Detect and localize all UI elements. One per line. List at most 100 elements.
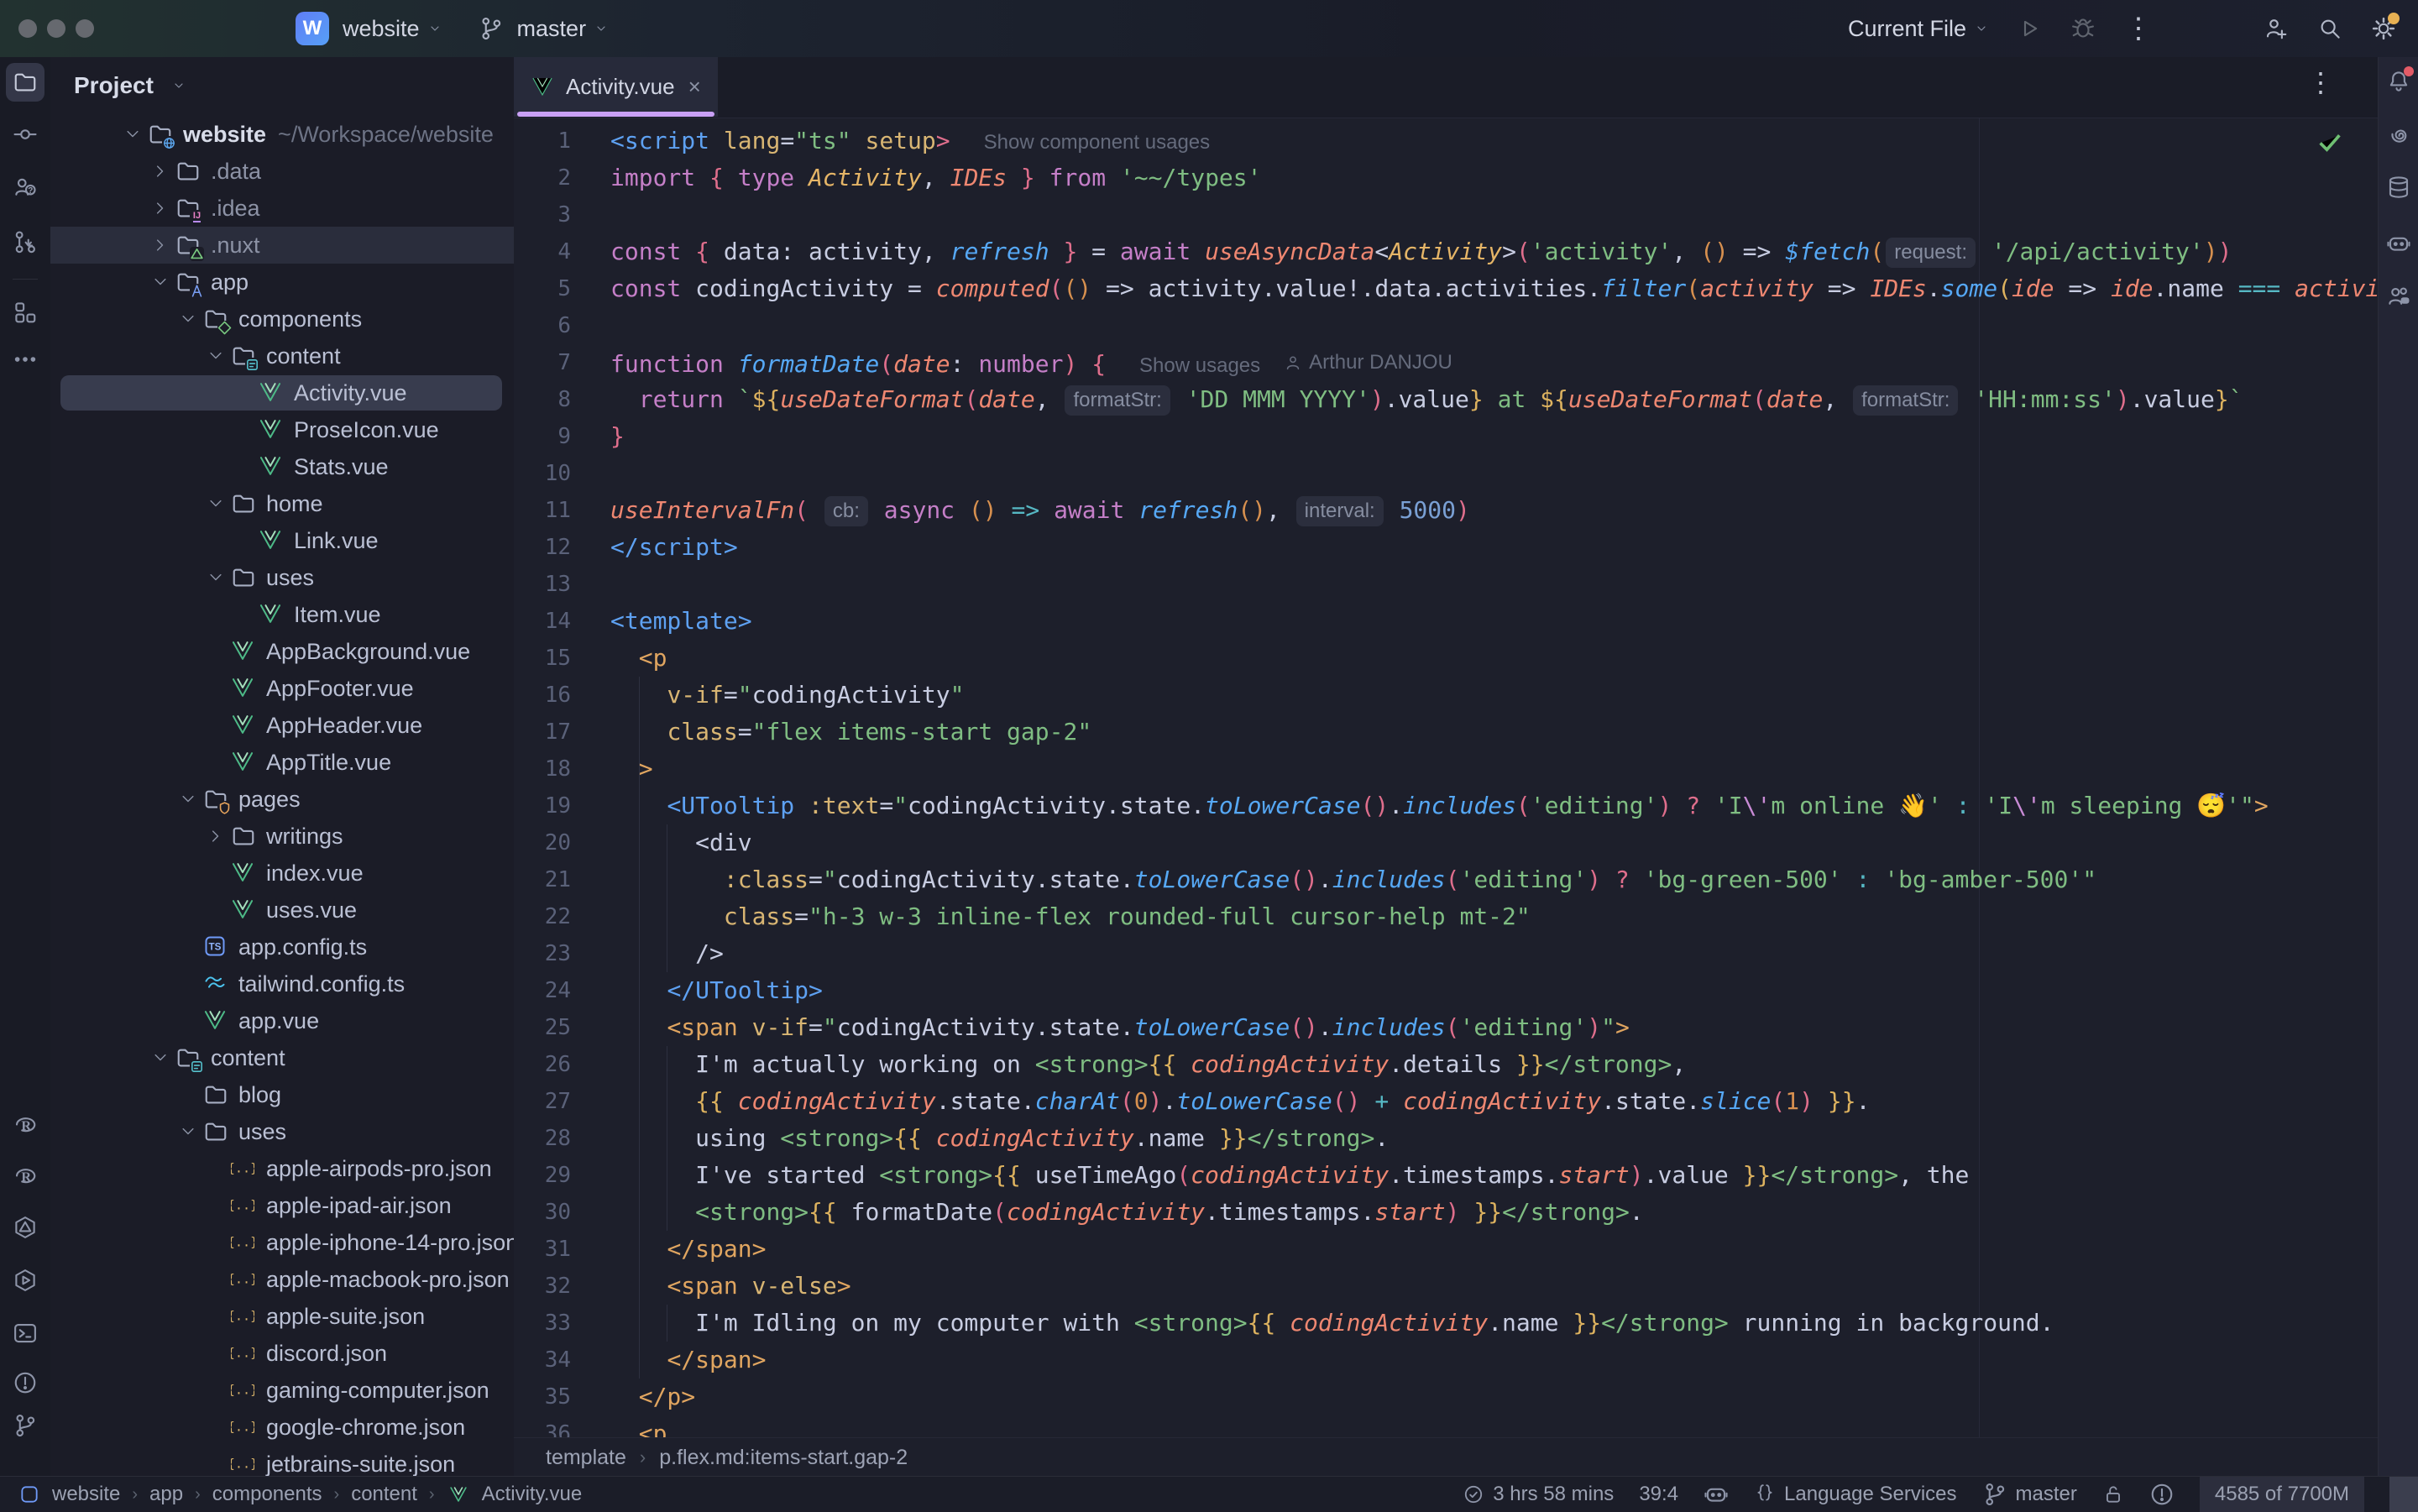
code-viewport[interactable]: 1<script lang="ts" setup>Show component … bbox=[514, 118, 2418, 1437]
tree-row-apptitle-vue[interactable]: AppTitle.vue bbox=[50, 744, 514, 781]
language-services[interactable]: Language Services bbox=[1754, 1483, 1956, 1506]
tab-activity-vue[interactable]: Activity.vue × bbox=[514, 57, 718, 117]
problems-tool[interactable] bbox=[13, 1370, 38, 1395]
breadcrumb-item[interactable]: template bbox=[546, 1446, 626, 1470]
code-line-28[interactable]: 28 using <strong>{{ codingActivity.name … bbox=[514, 1120, 2418, 1157]
code-line-11[interactable]: 11useIntervalFn( cb: async () => await r… bbox=[514, 492, 2418, 529]
tree-row-appbackground-vue[interactable]: AppBackground.vue bbox=[50, 633, 514, 670]
chevron-right-icon[interactable] bbox=[207, 828, 224, 845]
commit-tool[interactable] bbox=[13, 122, 38, 147]
memory-indicator[interactable]: 4585 of 7700M bbox=[2200, 1477, 2364, 1512]
tree-row-components[interactable]: components bbox=[50, 301, 514, 337]
git-tool[interactable] bbox=[13, 1413, 38, 1438]
chevron-down-icon[interactable] bbox=[207, 495, 224, 512]
breadcrumb-item[interactable]: p.flex.md:items-start.gap-2 bbox=[659, 1446, 908, 1470]
tree-row-content[interactable]: content bbox=[50, 1039, 514, 1076]
chevron-down-icon[interactable] bbox=[152, 1049, 169, 1066]
chevron-right-icon[interactable] bbox=[152, 163, 169, 180]
tree-row-home[interactable]: home bbox=[50, 485, 514, 522]
code-line-22[interactable]: 22 class="h-3 w-3 inline-flex rounded-fu… bbox=[514, 898, 2418, 935]
tree-row-stats-vue[interactable]: Stats.vue bbox=[50, 448, 514, 485]
code-line-3[interactable]: 3 bbox=[514, 196, 2418, 233]
tree-row-app-vue[interactable]: app.vue bbox=[50, 1002, 514, 1039]
chevron-right-icon[interactable] bbox=[152, 200, 169, 217]
chevron-right-icon[interactable] bbox=[152, 237, 169, 254]
tree-row-content[interactable]: content bbox=[50, 337, 514, 374]
file-lock[interactable] bbox=[2102, 1483, 2124, 1505]
tree-row-apple-airpods-pro-json[interactable]: {..}apple-airpods-pro.json bbox=[50, 1150, 514, 1187]
tree-row-app[interactable]: app bbox=[50, 264, 514, 301]
chevron-down-icon[interactable] bbox=[207, 348, 224, 364]
chevron-down-icon[interactable] bbox=[207, 569, 224, 586]
code-line-16[interactable]: 16 v-if="codingActivity" bbox=[514, 677, 2418, 714]
code-line-35[interactable]: 35 </p> bbox=[514, 1379, 2418, 1415]
tree-row-website[interactable]: website~/Workspace/website bbox=[50, 116, 514, 153]
code-with-me-button[interactable] bbox=[2264, 16, 2289, 41]
project-panel-header[interactable]: Project bbox=[74, 72, 186, 99]
tree-row-apple-ipad-air-json[interactable]: {..}apple-ipad-air.json bbox=[50, 1187, 514, 1224]
code-line-21[interactable]: 21 :class="codingActivity.state.toLowerC… bbox=[514, 861, 2418, 898]
structure-tool[interactable] bbox=[13, 300, 38, 325]
git-branch[interactable]: master bbox=[1982, 1482, 2077, 1507]
code-line-19[interactable]: 19 <UTooltip :text="codingActivity.state… bbox=[514, 787, 2418, 824]
tree-row-appheader-vue[interactable]: AppHeader.vue bbox=[50, 707, 514, 744]
r-packages-tool[interactable]: R bbox=[13, 1161, 38, 1186]
code-line-12[interactable]: 12</script> bbox=[514, 529, 2418, 566]
copilot-chat-tool[interactable] bbox=[2386, 284, 2411, 309]
code-line-23[interactable]: 23 /> bbox=[514, 935, 2418, 972]
tree-row-apple-macbook-pro-json[interactable]: {..}apple-macbook-pro.json bbox=[50, 1261, 514, 1298]
project-widget[interactable]: website bbox=[329, 16, 442, 42]
status-breadcrumb-item[interactable]: website bbox=[52, 1483, 120, 1506]
code-vision-hint[interactable]: Show component usages bbox=[984, 131, 1211, 154]
code-line-9[interactable]: 9} bbox=[514, 418, 2418, 455]
code-line-24[interactable]: 24 </UTooltip> bbox=[514, 972, 2418, 1009]
tree-row-gaming-computer-json[interactable]: {..}gaming-computer.json bbox=[50, 1372, 514, 1409]
pull-requests-tool[interactable] bbox=[13, 229, 38, 254]
code-line-27[interactable]: 27 {{ codingActivity.state.charAt(0).toL… bbox=[514, 1083, 2418, 1120]
debug-button[interactable] bbox=[2070, 16, 2096, 41]
tree-row-pages[interactable]: pages bbox=[50, 781, 514, 818]
search-everywhere-button[interactable] bbox=[2317, 16, 2342, 41]
tree-row-discord-json[interactable]: {..}discord.json bbox=[50, 1335, 514, 1372]
tree-row--data[interactable]: .data bbox=[50, 153, 514, 190]
terminal-tool[interactable] bbox=[13, 1321, 38, 1346]
tree-row-link-vue[interactable]: Link.vue bbox=[50, 522, 514, 559]
code-line-26[interactable]: 26 I'm actually working on <strong>{{ co… bbox=[514, 1046, 2418, 1083]
copilot-tool[interactable] bbox=[2386, 231, 2411, 256]
status-breadcrumb-item[interactable]: app bbox=[149, 1483, 183, 1506]
code-line-15[interactable]: 15 <p bbox=[514, 640, 2418, 677]
window-close-button[interactable] bbox=[18, 19, 37, 38]
code-line-18[interactable]: 18 > bbox=[514, 751, 2418, 787]
code-line-17[interactable]: 17 class="flex items-start gap-2" bbox=[514, 714, 2418, 751]
code-line-7[interactable]: 7function formatDate(date: number) {Show… bbox=[514, 344, 2418, 381]
notifications-tool[interactable] bbox=[2386, 69, 2411, 94]
settings-button[interactable] bbox=[2371, 16, 2396, 41]
code-line-36[interactable]: 36 <p bbox=[514, 1415, 2418, 1437]
code-line-20[interactable]: 20 <div bbox=[514, 824, 2418, 861]
tree-row-writings[interactable]: writings bbox=[50, 818, 514, 855]
editor-options-button[interactable]: ⋮ bbox=[2307, 69, 2334, 96]
tree-row-apple-iphone-14-pro-json[interactable]: {..}apple-iphone-14-pro.json bbox=[50, 1224, 514, 1261]
code-vision-hint[interactable]: Show usages bbox=[1139, 354, 1260, 377]
window-zoom-button[interactable] bbox=[76, 19, 94, 38]
chevron-down-icon[interactable] bbox=[152, 274, 169, 290]
code-line-34[interactable]: 34 </span> bbox=[514, 1342, 2418, 1379]
graphql-tool[interactable] bbox=[13, 1215, 38, 1240]
tree-row-blog[interactable]: blog bbox=[50, 1076, 514, 1113]
code-with-me-tool[interactable]: ? bbox=[13, 175, 38, 200]
code-line-5[interactable]: 5const codingActivity = computed(() => a… bbox=[514, 270, 2418, 307]
code-line-33[interactable]: 33 I'm Idling on my computer with <stron… bbox=[514, 1305, 2418, 1342]
status-breadcrumbs[interactable]: website›app›components›content›Activity.… bbox=[18, 1483, 582, 1506]
code-line-10[interactable]: 10 bbox=[514, 455, 2418, 492]
tree-row-appfooter-vue[interactable]: AppFooter.vue bbox=[50, 670, 514, 707]
project-tool[interactable] bbox=[13, 70, 38, 95]
status-breadcrumb-file[interactable]: Activity.vue bbox=[482, 1483, 583, 1506]
code-line-13[interactable]: 13 bbox=[514, 566, 2418, 603]
chevron-down-icon[interactable] bbox=[180, 1123, 196, 1140]
code-line-4[interactable]: 4const { data: activity, refresh } = awa… bbox=[514, 233, 2418, 270]
status-breadcrumb-item[interactable]: components bbox=[212, 1483, 322, 1506]
tree-row-index-vue[interactable]: index.vue bbox=[50, 855, 514, 892]
tree-row-tailwind-config-ts[interactable]: tailwind.config.ts bbox=[50, 965, 514, 1002]
tree-row-uses-vue[interactable]: uses.vue bbox=[50, 892, 514, 929]
run-button[interactable] bbox=[2017, 16, 2042, 41]
